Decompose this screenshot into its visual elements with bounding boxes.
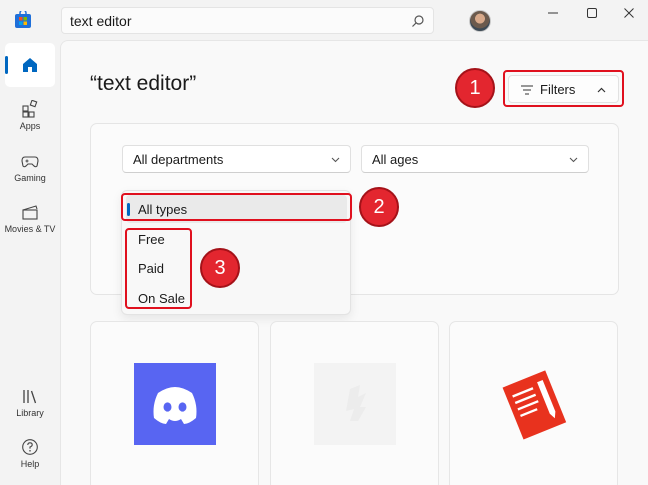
app-card-discord[interactable] [90,321,259,485]
store-logo-icon [15,11,31,28]
page-title: “text editor” [90,72,197,95]
search-box[interactable] [61,7,434,34]
movies-icon [22,205,38,220]
sidebar-item-gaming[interactable]: Gaming [0,152,60,183]
departments-value: All departments [133,152,224,167]
app-card-notepad[interactable] [449,321,618,485]
maximize-icon[interactable] [580,6,604,20]
sidebar-item-label: Apps [19,121,41,131]
sidebar-item-library[interactable]: Library [0,387,60,418]
callout-filters [503,70,624,107]
discord-icon [134,363,216,445]
chevron-down-icon [331,157,340,163]
search-icon[interactable] [411,14,425,28]
sidebar-item-apps[interactable]: Apps [0,100,60,131]
callout-price-options [125,228,192,309]
step-badge-2: 2 [359,187,399,227]
app-card-placeholder[interactable] [270,321,439,485]
close-icon[interactable] [617,6,641,20]
departments-dropdown[interactable]: All departments [122,145,351,173]
callout-all-types [121,193,352,221]
sidebar-item-movies-tv[interactable]: Movies & TV [0,203,60,234]
notepad-app-icon [502,370,567,440]
sidebar-item-label: Movies & TV [4,224,56,234]
apps-icon [22,100,38,118]
step-badge-1: 1 [455,68,495,108]
search-input[interactable] [70,12,400,30]
help-icon [22,439,38,455]
sidebar-item-label: Gaming [14,173,46,183]
avatar[interactable] [469,10,491,32]
title-bar [0,0,648,40]
step-badge-3: 3 [200,248,240,288]
gaming-icon [21,156,39,168]
library-icon [23,390,37,404]
sidebar: Apps Gaming Movies & TV Library Help [0,40,60,485]
sidebar-item-label: Library [16,408,44,418]
chevron-down-icon [569,157,578,163]
ages-value: All ages [372,152,419,167]
home-icon[interactable] [21,56,39,74]
ages-dropdown[interactable]: All ages [361,145,589,173]
sidebar-item-help[interactable]: Help [0,438,60,469]
minimize-icon[interactable] [541,6,565,20]
app-placeholder-icon [314,363,396,445]
sidebar-item-label: Help [20,459,40,469]
